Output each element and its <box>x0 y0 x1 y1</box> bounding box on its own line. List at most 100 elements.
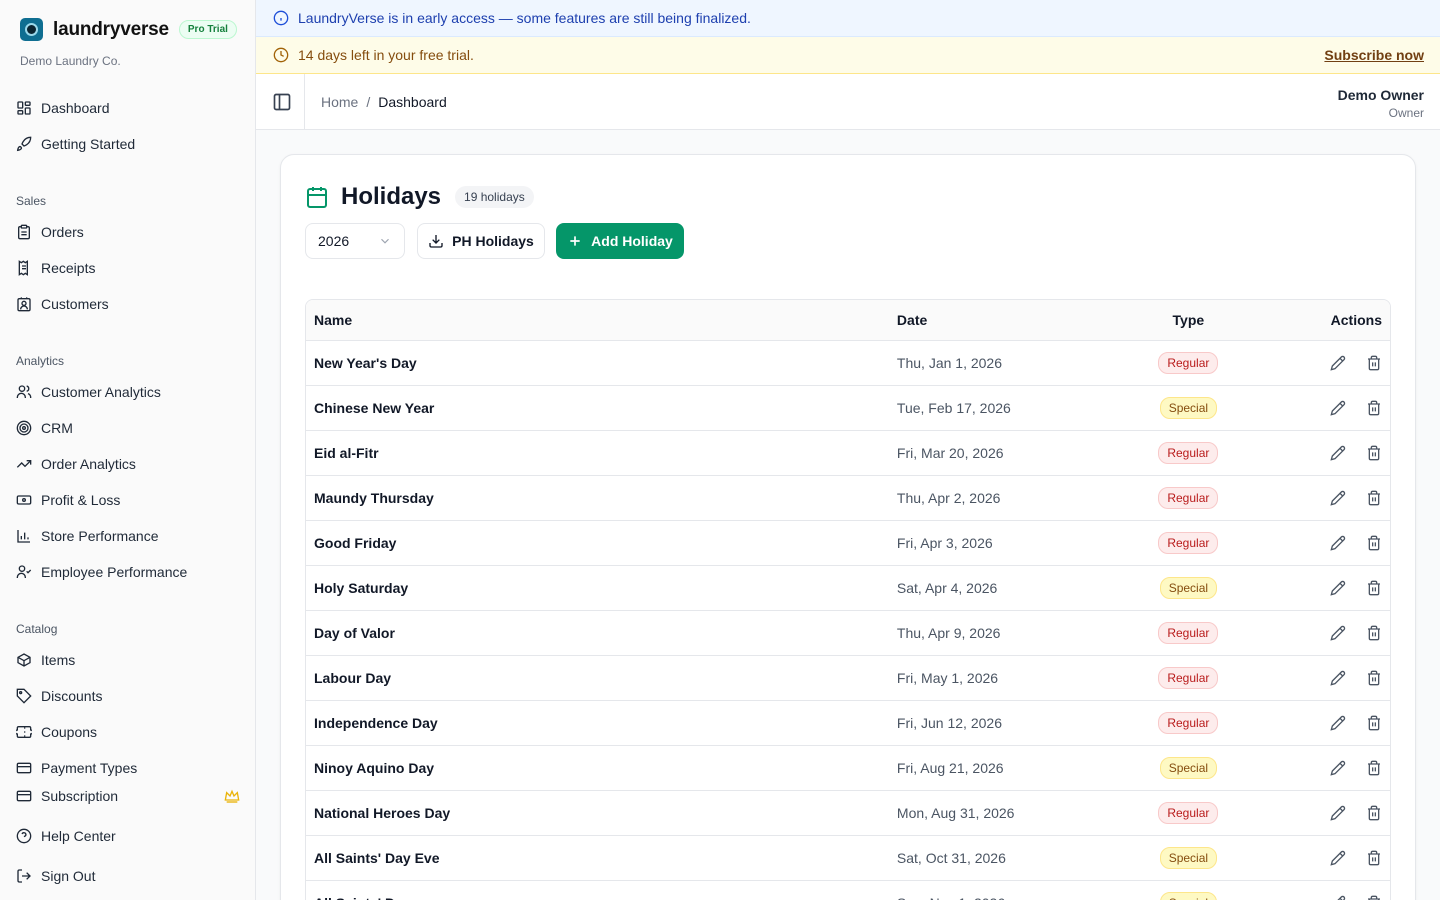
edit-icon[interactable] <box>1330 895 1346 900</box>
trash-icon[interactable] <box>1366 355 1382 371</box>
trash-icon[interactable] <box>1366 805 1382 821</box>
year-select[interactable]: 2026 <box>305 223 405 259</box>
sidebar-item-subscription[interactable]: Subscription <box>16 780 240 812</box>
holiday-date: Sun, Nov 1, 2026 <box>889 895 1119 900</box>
add-holiday-button[interactable]: Add Holiday <box>556 223 684 259</box>
download-icon <box>429 235 443 248</box>
column-header-name[interactable]: Name <box>306 312 889 328</box>
plan-badge: Pro Trial <box>178 20 237 39</box>
holiday-name: Ninoy Aquino Day <box>314 760 435 776</box>
card-header: Holidays 19 holidays <box>305 183 534 211</box>
breadcrumb-home[interactable]: Home <box>321 94 358 110</box>
edit-icon[interactable] <box>1330 355 1346 371</box>
holiday-count-badge: 19 holidays <box>455 186 534 208</box>
holiday-name: Labour Day <box>314 670 392 686</box>
type-cell: Special <box>1119 577 1259 599</box>
sidebar-item-getting-started[interactable]: Getting Started <box>16 128 240 160</box>
edit-icon[interactable] <box>1330 625 1346 641</box>
ticket-icon <box>16 726 32 738</box>
type-cell: Regular <box>1119 532 1259 554</box>
sidebar-item-profit-loss[interactable]: Profit & Loss <box>16 484 240 516</box>
sidebar-item-sign-out[interactable]: Sign Out <box>16 860 240 892</box>
trash-icon[interactable] <box>1366 760 1382 776</box>
holiday-name: Day of Valor <box>314 625 395 641</box>
brand[interactable]: laundryverse Pro Trial <box>20 18 237 41</box>
sidebar-item-employee-performance[interactable]: Employee Performance <box>16 556 240 588</box>
sidebar-item-label: Help Center <box>41 828 116 844</box>
sidebar-item-help-center[interactable]: Help Center <box>16 820 240 852</box>
trash-icon[interactable] <box>1366 670 1382 686</box>
user-check-icon <box>16 565 32 578</box>
sidebar-item-items[interactable]: Items <box>16 644 240 676</box>
ph-holidays-button[interactable]: PH Holidays <box>417 223 545 259</box>
user-menu[interactable]: Demo Owner Owner <box>1338 87 1424 120</box>
actions-cell <box>1258 535 1390 551</box>
trash-icon[interactable] <box>1366 580 1382 596</box>
sidebar-item-coupons[interactable]: Coupons <box>16 716 240 748</box>
trash-icon[interactable] <box>1366 715 1382 731</box>
sidebar-item-discounts[interactable]: Discounts <box>16 680 240 712</box>
trash-icon[interactable] <box>1366 850 1382 866</box>
tag-icon <box>16 688 32 704</box>
edit-icon[interactable] <box>1330 490 1346 506</box>
trash-icon[interactable] <box>1366 445 1382 461</box>
type-cell: Special <box>1119 757 1259 779</box>
trash-icon[interactable] <box>1366 400 1382 416</box>
sidebar-item-label: Payment Types <box>41 760 138 776</box>
column-header-date[interactable]: Date <box>889 312 1119 328</box>
sidebar-item-label: Subscription <box>41 788 119 804</box>
company-name: Demo Laundry Co. <box>20 54 121 68</box>
table-row: Chinese New Year Tue, Feb 17, 2026 Special <box>306 386 1390 431</box>
edit-icon[interactable] <box>1330 535 1346 551</box>
edit-icon[interactable] <box>1330 580 1346 596</box>
trash-icon[interactable] <box>1366 490 1382 506</box>
edit-icon[interactable] <box>1330 715 1346 731</box>
type-cell: Special <box>1119 847 1259 869</box>
table-row: Good Friday Fri, Apr 3, 2026 Regular <box>306 521 1390 566</box>
table-row: New Year's Day Thu, Jan 1, 2026 Regular <box>306 341 1390 386</box>
sidebar-item-label: Employee Performance <box>41 564 188 580</box>
trash-icon[interactable] <box>1366 535 1382 551</box>
edit-icon[interactable] <box>1330 445 1346 461</box>
sidebar-item-label: Receipts <box>41 260 96 276</box>
actions-cell <box>1258 400 1390 416</box>
sidebar-toggle-icon[interactable] <box>272 92 292 112</box>
contact-icon <box>17 297 31 312</box>
edit-icon[interactable] <box>1330 400 1346 416</box>
sidebar-item-payment-types[interactable]: Payment Types <box>16 752 240 776</box>
sidebar-item-orders[interactable]: Orders <box>16 216 240 248</box>
table-row: All Saints' Day Eve Sat, Oct 31, 2026 Spec… <box>306 836 1390 881</box>
type-badge: Special <box>1159 577 1218 599</box>
holiday-name: Eid al-Fitr <box>314 445 379 461</box>
actions-cell <box>1258 895 1390 900</box>
edit-icon[interactable] <box>1330 805 1346 821</box>
rocket-icon <box>16 136 32 152</box>
edit-icon[interactable] <box>1330 850 1346 866</box>
type-badge: Regular <box>1158 712 1219 734</box>
trash-icon[interactable] <box>1366 625 1382 641</box>
table-row: Labour Day Fri, May 1, 2026 Regular <box>306 656 1390 701</box>
holiday-name: Holy Saturday <box>314 580 409 596</box>
sidebar-item-order-analytics[interactable]: Order Analytics <box>16 448 240 480</box>
holiday-name: All Saints' Day Eve <box>314 850 440 866</box>
sidebar-item-receipts[interactable]: Receipts <box>16 252 240 284</box>
holiday-name: National Heroes Day <box>314 805 451 821</box>
breadcrumb-separator: / <box>366 94 371 110</box>
year-select-value: 2026 <box>318 233 350 249</box>
sidebar-item-label: Profit & Loss <box>41 492 121 508</box>
column-header-type[interactable]: Type <box>1119 312 1259 328</box>
actions-cell <box>1258 850 1390 866</box>
type-badge: Regular <box>1158 352 1219 374</box>
subscribe-link[interactable]: Subscribe now <box>1324 47 1424 63</box>
sidebar-item-crm[interactable]: CRM <box>16 412 240 444</box>
sidebar-item-customer-analytics[interactable]: Customer Analytics <box>16 376 240 408</box>
sidebar-item-store-performance[interactable]: Store Performance <box>16 520 240 552</box>
sidebar-item-customers[interactable]: Customers <box>16 288 240 320</box>
edit-icon[interactable] <box>1330 760 1346 776</box>
trash-icon[interactable] <box>1366 895 1382 900</box>
edit-icon[interactable] <box>1330 670 1346 686</box>
clipboard-icon <box>18 224 30 240</box>
trending-up-icon <box>16 460 32 468</box>
holiday-date: Thu, Apr 2, 2026 <box>896 490 1001 506</box>
sidebar-item-dashboard[interactable]: Dashboard <box>16 92 240 124</box>
